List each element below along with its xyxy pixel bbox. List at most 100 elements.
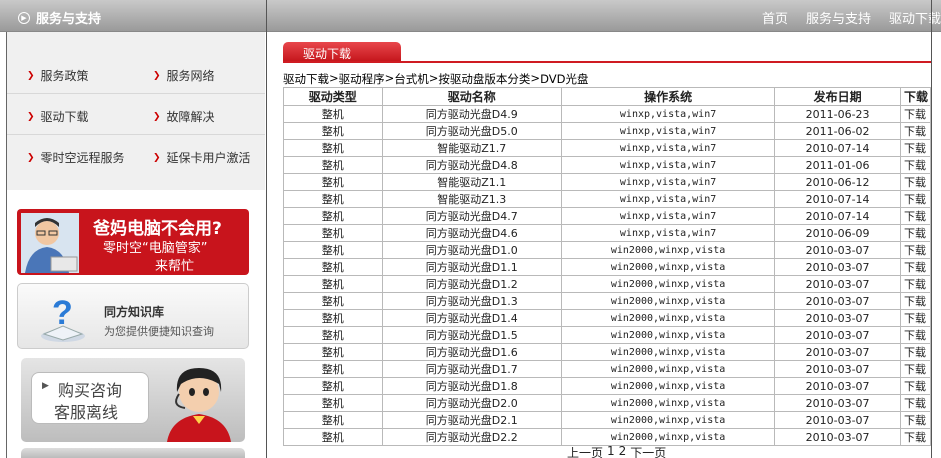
driver-type-cell: 整机 [283, 360, 383, 378]
driver-type-cell: 整机 [283, 156, 383, 174]
driver-name-cell: 同方驱动光盘D4.8 [381, 156, 562, 174]
breadcrumb-link[interactable]: 台式机 [394, 71, 429, 87]
table-row: 整机 同方驱动光盘D4.9 winxp,vista,win7 2011-06-23 下载 [283, 105, 931, 123]
page-link[interactable]: 1 [607, 444, 615, 458]
breadcrumb-link[interactable]: 驱动下载 [283, 71, 329, 87]
breadcrumb-separator: > [329, 71, 339, 85]
sidebar-item-troubleshooting[interactable]: ❯ 故障解决 [153, 108, 215, 125]
sidebar-item-service-network[interactable]: ❯ 服务网络 [153, 67, 215, 84]
breadcrumb-current[interactable]: DVD光盘 [540, 71, 588, 87]
download-link[interactable]: 下载 [900, 156, 931, 174]
os-cell: win2000,winxp,vista [560, 411, 776, 429]
nav-driver-download[interactable]: 驱动下载 [889, 8, 941, 27]
release-date-cell: 2011-06-23 [774, 105, 902, 123]
download-link[interactable]: 下载 [900, 377, 931, 395]
driver-name-cell: 同方驱动光盘D1.5 [381, 326, 562, 344]
download-link[interactable]: 下载 [900, 105, 931, 123]
arrow-right-icon: ❯ [153, 70, 161, 81]
table-row: 整机 同方驱动光盘D1.1 win2000,winxp,vista 2010-03-0… [283, 258, 931, 276]
sidebar-item-label: 延保卡用户激活 [166, 151, 251, 165]
release-date-cell: 2010-03-07 [774, 292, 902, 310]
consult-banner[interactable]: ▶ 购买咨询 客服离线 [21, 358, 245, 442]
os-cell: win2000,winxp,vista [560, 292, 776, 310]
breadcrumb-link[interactable]: 按驱动盘版本分类 [438, 71, 530, 87]
sidebar-item-warranty-activation[interactable]: ❯ 延保卡用户激活 [153, 149, 251, 166]
table-row: 整机 智能驱动Z1.7 winxp,vista,win7 2010-07-14 下载 [283, 139, 931, 157]
release-date-cell: 2010-06-12 [774, 173, 902, 191]
brand-title: 服务与支持 [36, 12, 102, 27]
driver-name-cell: 同方驱动光盘D1.3 [381, 292, 562, 310]
release-date-cell: 2010-03-07 [774, 394, 902, 412]
driver-name-cell: 同方驱动光盘D4.6 [381, 224, 562, 242]
os-cell: win2000,winxp,vista [560, 343, 776, 361]
download-link[interactable]: 下载 [900, 411, 931, 429]
release-date-cell: 2010-03-07 [774, 326, 902, 344]
page-link[interactable]: 2 [619, 444, 627, 458]
arrow-right-icon: ❯ [153, 152, 161, 163]
nav-home[interactable]: 首页 [762, 8, 788, 27]
download-link[interactable]: 下载 [900, 394, 931, 412]
table-row: 整机 同方驱动光盘D1.6 win2000,winxp,vista 2010-03-0… [283, 343, 931, 361]
os-cell: win2000,winxp,vista [560, 258, 776, 276]
svg-text:?: ? [52, 294, 73, 332]
download-link[interactable]: 下载 [900, 224, 931, 242]
tab-driver-download[interactable]: 驱动下载 [283, 42, 401, 62]
download-link[interactable]: 下载 [900, 241, 931, 259]
release-date-cell: 2010-06-09 [774, 224, 902, 242]
download-link[interactable]: 下载 [900, 190, 931, 208]
table-row: 整机 同方驱动光盘D4.6 winxp,vista,win7 2010-06-09 下载 [283, 224, 931, 242]
driver-name-cell: 同方驱动光盘D1.2 [381, 275, 562, 293]
os-cell: win2000,winxp,vista [560, 394, 776, 412]
download-link[interactable]: 下载 [900, 207, 931, 225]
tab-underline [283, 61, 931, 63]
sidebar-item-driver-download[interactable]: ❯ 驱动下载 [27, 108, 89, 125]
sidebar-item-remote-service[interactable]: ❯ 零时空远程服务 [27, 149, 125, 166]
driver-type-cell: 整机 [283, 377, 383, 395]
driver-name-cell: 同方驱动光盘D2.0 [381, 394, 562, 412]
driver-name-cell: 智能驱动Z1.3 [381, 190, 562, 208]
next-page-link[interactable]: 下一页 [630, 444, 666, 458]
table-row: 整机 智能驱动Z1.1 winxp,vista,win7 2010-06-12 下载 [283, 173, 931, 191]
download-link[interactable]: 下载 [900, 292, 931, 310]
download-link[interactable]: 下载 [900, 122, 931, 140]
download-link[interactable]: 下载 [900, 258, 931, 276]
column-header: 发布日期 [774, 87, 902, 106]
download-link[interactable]: 下载 [900, 428, 931, 446]
driver-type-cell: 整机 [283, 105, 383, 123]
release-date-cell: 2010-03-07 [774, 258, 902, 276]
breadcrumb: 驱动下载 > 驱动程序 > 台式机 > 按驱动盘版本分类 > DVD光盘 [283, 71, 588, 87]
download-link[interactable]: 下载 [900, 326, 931, 344]
speech-bubble: ▶ 购买咨询 客服离线 [31, 372, 149, 424]
driver-type-cell: 整机 [283, 394, 383, 412]
download-link[interactable]: 下载 [900, 173, 931, 191]
download-link[interactable]: 下载 [900, 343, 931, 361]
release-date-cell: 2010-03-07 [774, 275, 902, 293]
download-link[interactable]: 下载 [900, 275, 931, 293]
driver-name-cell: 智能驱动Z1.7 [381, 139, 562, 157]
column-header: 下载 [900, 87, 931, 106]
driver-type-cell: 整机 [283, 139, 383, 157]
release-date-cell: 2010-03-07 [774, 377, 902, 395]
driver-type-cell: 整机 [283, 411, 383, 429]
table-row: 整机 同方驱动光盘D2.1 win2000,winxp,vista 2010-03-0… [283, 411, 931, 429]
download-link[interactable]: 下载 [900, 360, 931, 378]
download-link[interactable]: 下载 [900, 309, 931, 327]
knowledge-base-banner[interactable]: ? 同方知识库 为您提供便捷知识查询 [17, 283, 249, 349]
sidebar-item-service-policy[interactable]: ❯ 服务政策 [27, 67, 89, 84]
banner-status: 客服离线 [54, 403, 119, 422]
column-header: 驱动类型 [283, 87, 383, 106]
sidebar-item-label: 服务政策 [40, 69, 89, 83]
arrow-circle-icon: ▶ [18, 11, 30, 24]
nav-service-support[interactable]: 服务与支持 [806, 8, 871, 27]
breadcrumb-link[interactable]: 驱动程序 [339, 71, 385, 87]
os-cell: win2000,winxp,vista [560, 377, 776, 395]
arrow-right-icon: ❯ [27, 70, 35, 81]
sidebar-row: ❯ 零时空远程服务 ❯ 延保卡用户激活 [7, 135, 265, 176]
download-link[interactable]: 下载 [900, 139, 931, 157]
sidebar-item-label: 故障解决 [166, 110, 215, 124]
remote-help-banner[interactable]: 爸妈电脑不会用? 零时空“电脑管家” 来帮忙 [17, 209, 249, 275]
driver-type-cell: 整机 [283, 207, 383, 225]
prev-page-link[interactable]: 上一页 [567, 444, 603, 458]
driver-type-cell: 整机 [283, 190, 383, 208]
os-cell: winxp,vista,win7 [560, 122, 776, 140]
